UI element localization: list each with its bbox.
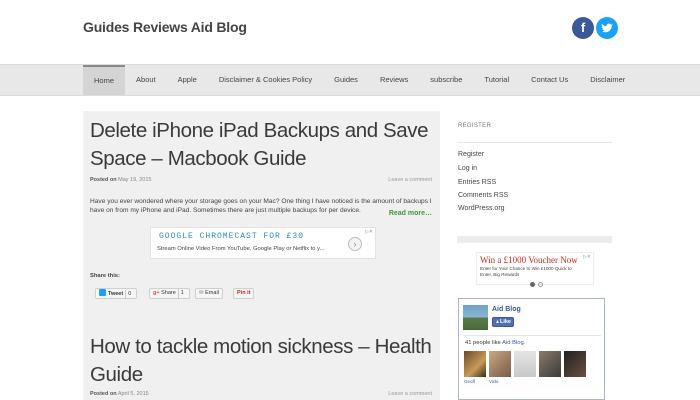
ad-choices-icon[interactable]: ▷✕ — [583, 254, 591, 260]
nav-item-tutorial[interactable]: Tutorial — [473, 65, 520, 95]
leave-comment-link[interactable]: Leave a comment — [388, 391, 432, 397]
post-date[interactable]: April 5, 2015 — [118, 391, 149, 397]
share-title: Share this: — [90, 273, 120, 279]
nav-item-about[interactable]: About — [125, 65, 167, 95]
fb-like-count: 41 people like Aid Blog. — [465, 340, 526, 346]
main-nav: Home About Apple Disclaimer & Cookies Po… — [0, 64, 700, 96]
divider — [463, 335, 601, 336]
divider — [457, 142, 612, 143]
entries-rss-link[interactable]: Entries RSS — [458, 179, 496, 186]
face-avatar[interactable] — [539, 351, 561, 377]
sidebar: REGISTER Register Log in Entries RSS Com… — [457, 111, 612, 400]
post-meta: Posted on May 19, 2015 Leave a comment — [90, 177, 432, 183]
carousel-dot-active[interactable] — [530, 282, 535, 287]
widget-title-register: REGISTER — [458, 123, 492, 129]
fb-page-link[interactable]: Aid Blog. — [502, 340, 525, 346]
twitter-icon — [99, 289, 106, 296]
carousel-dot[interactable] — [538, 282, 543, 287]
inline-ad[interactable]: GOOGLE CHROMECAST FOR £30 Stream Online … — [150, 227, 376, 259]
facebook-like-box: Aid Blog ▲Like 41 people like Aid Blog. … — [458, 298, 605, 400]
ad-text: Stream Online Video From YouTube, Google… — [157, 246, 325, 252]
page-thumbnail[interactable] — [463, 305, 488, 330]
sidebar-ad-title[interactable]: Win a £1000 Voucher Now — [480, 255, 578, 265]
face-avatar[interactable] — [489, 351, 511, 377]
nav-item-home[interactable]: Home — [83, 65, 126, 95]
fb-like-button[interactable]: ▲Like — [492, 317, 514, 327]
twitter-icon[interactable] — [596, 17, 618, 39]
carousel-dots — [530, 274, 546, 292]
site-title[interactable]: Guides Reviews Aid Blog — [83, 19, 247, 35]
nav-item-reviews[interactable]: Reviews — [369, 65, 419, 95]
divider — [457, 236, 612, 243]
post-title-continued[interactable]: Guide — [90, 362, 143, 388]
tweet-count: 0 — [125, 290, 133, 299]
login-link[interactable]: Log in — [458, 165, 477, 172]
tweet-button[interactable]: Tweet 0 — [95, 288, 138, 299]
read-more-link[interactable]: Read more… — [389, 210, 432, 217]
nav-item-guides[interactable]: Guides — [323, 65, 369, 95]
nav-item-disclaimer-cookies[interactable]: Disclaimer & Cookies Policy — [208, 65, 323, 95]
face-avatar[interactable] — [514, 351, 536, 377]
site-header: Guides Reviews Aid Blog f — [0, 0, 700, 64]
posted-on-label: Posted on — [90, 177, 117, 183]
fb-page-name[interactable]: Aid Blog — [492, 306, 521, 313]
ad-arrow-icon[interactable]: › — [348, 237, 362, 251]
post-date[interactable]: May 19, 2015 — [118, 177, 151, 183]
face-name[interactable]: Vicki — [489, 379, 498, 384]
post-meta: Posted on April 5, 2015 Leave a comment — [90, 391, 432, 397]
gplus-share-button[interactable]: g+ Share 1 — [149, 288, 190, 299]
facebook-icon[interactable]: f — [572, 17, 594, 39]
nav-item-disclaimer[interactable]: Disclaimer — [579, 65, 636, 95]
gplus-count: 1 — [177, 289, 186, 298]
email-icon: ✉ — [199, 290, 204, 296]
ad-choices-icon[interactable]: ▷✕ — [365, 229, 373, 235]
nav-item-apple[interactable]: Apple — [167, 65, 208, 95]
leave-comment-link[interactable]: Leave a comment — [388, 177, 432, 183]
posted-on-label: Posted on — [90, 391, 117, 397]
pinterest-button[interactable]: Pin it — [233, 288, 255, 299]
post-title-continued[interactable]: Space – Macbook Guide — [90, 146, 307, 172]
ad-title[interactable]: GOOGLE CHROMECAST FOR £30 — [159, 232, 304, 241]
nav-item-subscribe[interactable]: subscribe — [419, 65, 473, 95]
post-title[interactable]: Delete iPhone iPad Backups and Save — [90, 118, 429, 144]
face-name[interactable]: Geoff — [464, 379, 475, 384]
comments-rss-link[interactable]: Comments RSS — [458, 192, 508, 199]
main-content: Delete iPhone iPad Backups and Save Spac… — [83, 111, 440, 400]
gplus-icon: g+ — [153, 290, 160, 296]
nav-item-contact-us[interactable]: Contact Us — [520, 65, 579, 95]
email-share-button[interactable]: ✉ Email — [195, 288, 223, 299]
face-avatar[interactable] — [464, 351, 486, 377]
pinterest-label: Pin it — [237, 290, 251, 296]
post-title[interactable]: How to tackle motion sickness – Health — [90, 334, 432, 360]
face-avatar[interactable] — [564, 351, 586, 377]
post-excerpt: Have you ever wondered where your storag… — [90, 198, 432, 214]
wordpress-org-link[interactable]: WordPress.org — [458, 205, 505, 212]
register-link[interactable]: Register — [458, 151, 484, 158]
